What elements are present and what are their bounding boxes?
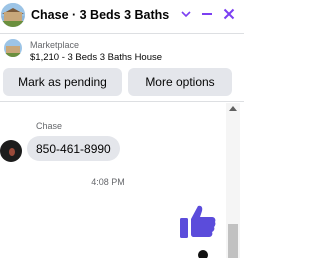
mark-as-pending-button[interactable]: Mark as pending — [3, 68, 122, 96]
thumbs-up-icon[interactable] — [178, 202, 218, 242]
chevron-down-icon[interactable] — [176, 4, 196, 24]
chat-header: Chase · 3 Beds 3 Baths Ho… — [0, 0, 244, 30]
marketplace-label: Marketplace — [30, 40, 80, 50]
chat-title[interactable]: Chase · 3 Beds 3 Baths Ho… — [31, 8, 173, 22]
minimize-icon[interactable] — [197, 4, 217, 24]
listing-thumbnail[interactable] — [1, 3, 25, 27]
scrollbar-thumb[interactable] — [228, 224, 238, 258]
listing-divider — [0, 101, 244, 102]
read-receipt-avatar — [198, 250, 208, 258]
listing-photo[interactable] — [4, 39, 22, 57]
listing-price-title[interactable]: $1,210 - 3 Beds 3 Baths House — [30, 52, 162, 63]
more-options-button[interactable]: More options — [128, 68, 232, 96]
close-icon[interactable] — [219, 4, 239, 24]
message-bubble[interactable]: 850-461-8990 — [27, 136, 120, 161]
message-timestamp: 4:08 PM — [91, 177, 125, 187]
avatar[interactable] — [0, 140, 22, 162]
sender-name: Chase — [36, 121, 63, 131]
scroll-up-arrow-icon[interactable] — [229, 106, 237, 111]
